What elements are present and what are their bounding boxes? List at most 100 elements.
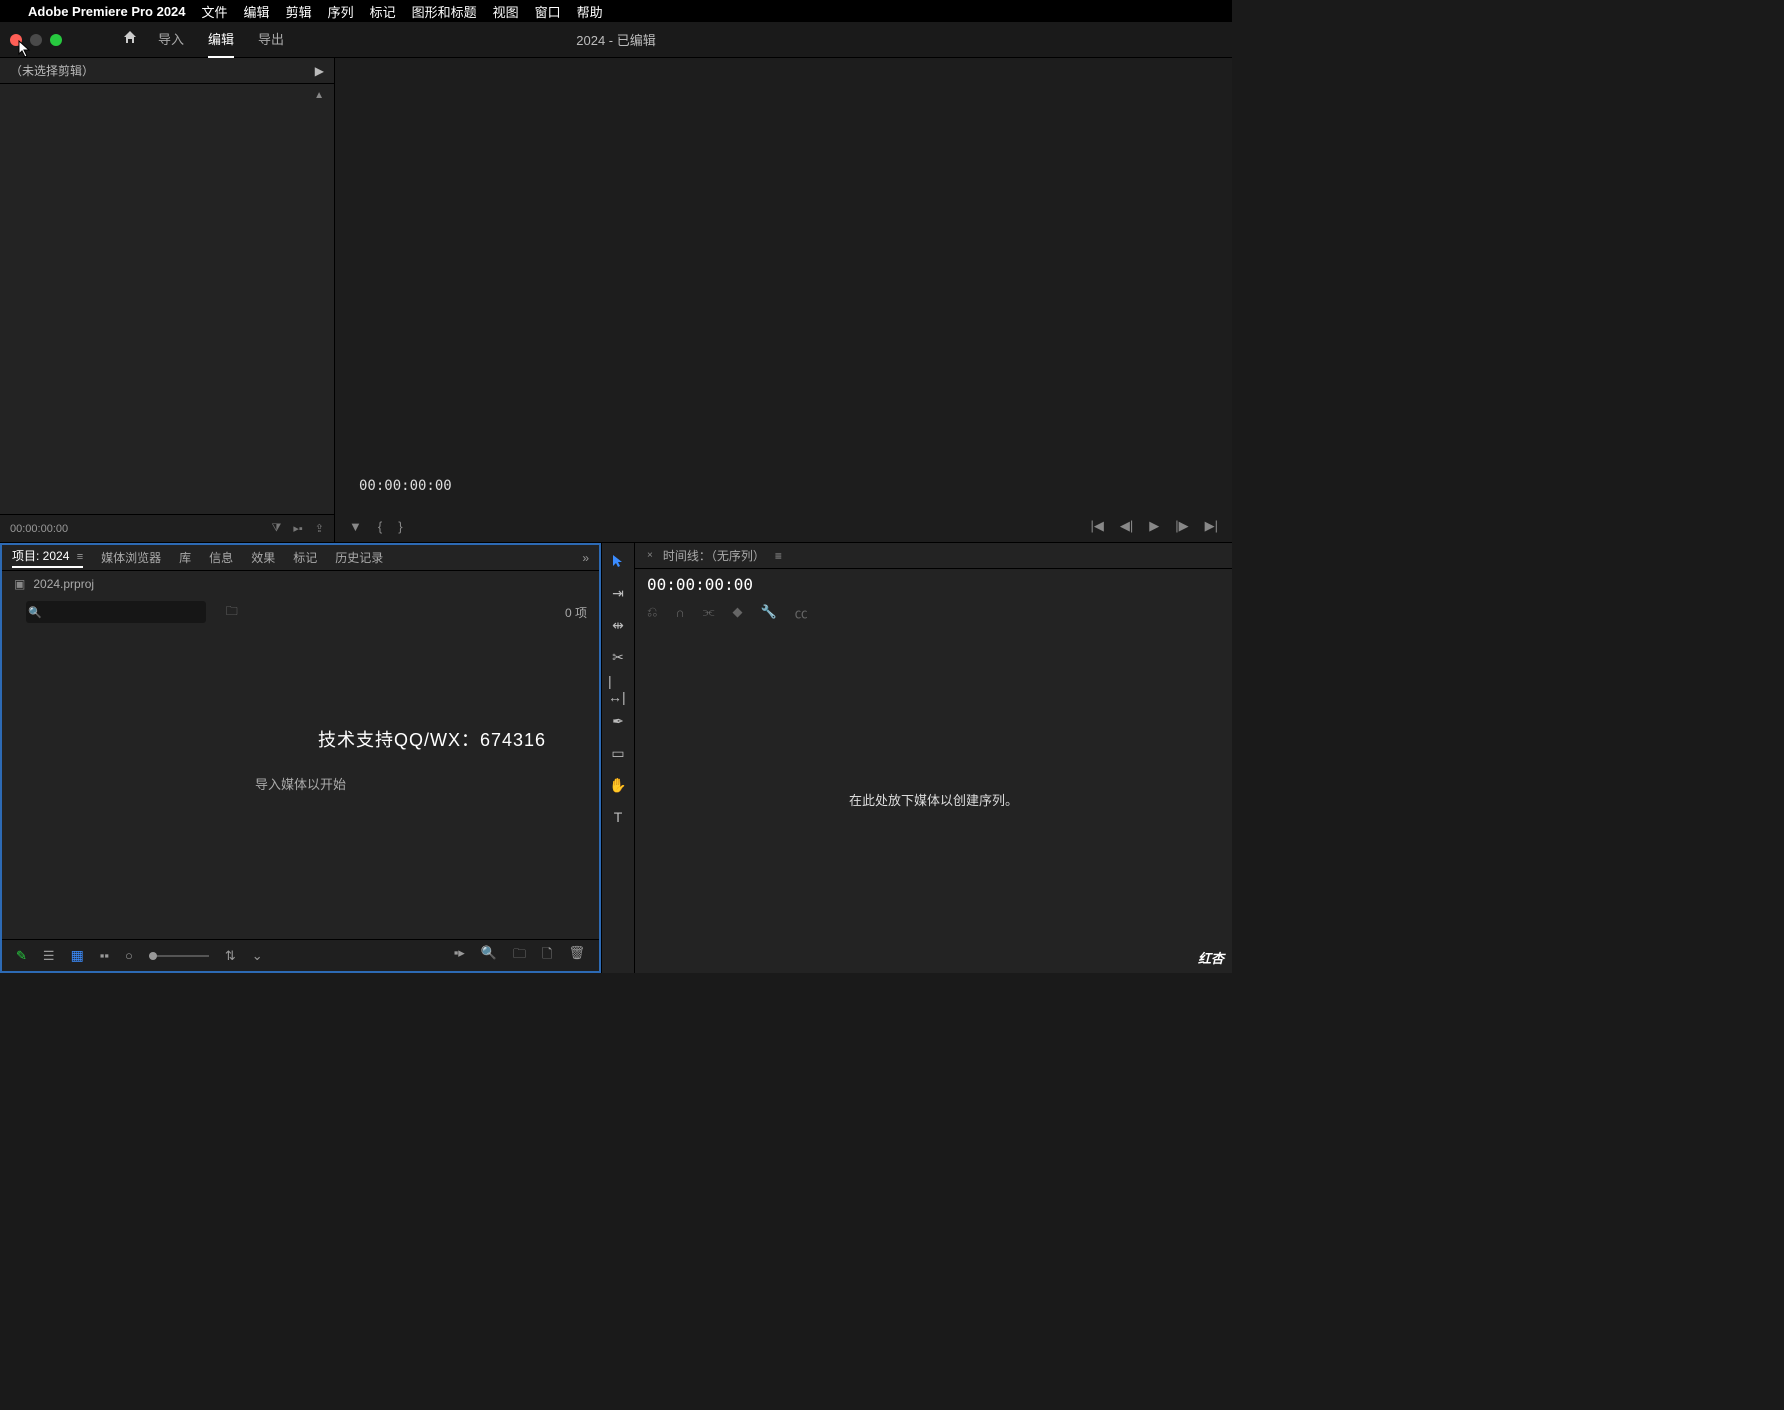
maximize-window-button[interactable] [50, 34, 62, 46]
new-bin-button-icon[interactable]: 🗀 [513, 945, 526, 967]
marker-add-icon[interactable]: ◆ [732, 604, 742, 620]
item-count: 0 项 [565, 604, 587, 621]
collapse-up-icon[interactable]: ▲ [314, 90, 324, 101]
source-panel-header: （未选择剪辑） ▶ [0, 58, 334, 84]
captions-icon[interactable]: ㏄ [795, 603, 808, 622]
tab-media-browser[interactable]: 媒体浏览器 [101, 549, 161, 566]
hand-tool[interactable]: ✋ [608, 775, 628, 795]
menu-graphics[interactable]: 图形和标题 [412, 2, 477, 21]
timeline-toolbar: ⎌ ∩ ⫘ ◆ 🔧 ㏄ [635, 599, 1232, 625]
panel-menu-icon[interactable]: ≡ [775, 549, 782, 563]
chevron-down-icon[interactable]: ⌄ [252, 948, 263, 964]
tab-project[interactable]: 项目: 2024 ≡ [12, 547, 83, 568]
close-tab-icon[interactable]: × [647, 550, 653, 561]
menu-clip[interactable]: 剪辑 [286, 2, 312, 21]
project-empty-message: 导入媒体以开始 [255, 774, 346, 793]
tab-info[interactable]: 信息 [209, 549, 233, 566]
step-forward-icon[interactable]: |▶ [1175, 518, 1188, 534]
tab-history[interactable]: 历史记录 [335, 549, 383, 566]
thumbnail-size-slider[interactable] [149, 955, 209, 957]
tabs-overflow-icon[interactable]: » [582, 551, 589, 565]
in-point-icon[interactable]: { [378, 519, 382, 534]
timeline-header: × 时间线：（无序列） ≡ [635, 543, 1232, 569]
mode-edit[interactable]: 编辑 [208, 21, 234, 58]
play-icon[interactable]: ▶ [1149, 518, 1159, 534]
icon-view-icon[interactable]: ▦ [71, 947, 84, 964]
menu-file[interactable]: 文件 [202, 2, 228, 21]
menu-sequence[interactable]: 序列 [328, 2, 354, 21]
timeline-panel: × 时间线：（无序列） ≡ 00:00:00:00 ⎌ ∩ ⫘ ◆ 🔧 ㏄ 在此… [635, 543, 1232, 973]
program-monitor-body[interactable]: 00:00:00:00 [335, 58, 1232, 510]
mac-menubar: Adobe Premiere Pro 2024 文件 编辑 剪辑 序列 标记 图… [0, 0, 1232, 22]
chevron-right-icon[interactable]: ▶ [315, 64, 324, 78]
folder-icon: ▣ [14, 577, 25, 591]
menu-edit[interactable]: 编辑 [244, 2, 270, 21]
project-panel-tabs: 项目: 2024 ≡ 媒体浏览器 库 信息 效果 标记 历史记录 » [2, 545, 599, 571]
program-monitor-panel: 00:00:00:00 ▼ { } |◀ ◀| ▶ |▶ ▶| [335, 58, 1232, 543]
menu-help[interactable]: 帮助 [577, 2, 603, 21]
razor-tool[interactable]: ✂ [608, 647, 628, 667]
step-back-icon[interactable]: ◀| [1120, 518, 1133, 534]
tab-library[interactable]: 库 [179, 549, 191, 566]
timeline-empty-message: 在此处放下媒体以创建序列。 [849, 790, 1018, 809]
pen-tool[interactable]: ✒ [608, 711, 628, 731]
selection-tool[interactable] [608, 551, 628, 571]
new-item-icon[interactable]: 🗋 [542, 945, 552, 967]
goto-in-icon[interactable]: |◀ [1091, 518, 1104, 534]
corner-logo: 红杏 [1198, 948, 1224, 967]
tab-markers[interactable]: 标记 [293, 549, 317, 566]
slip-tool[interactable]: |↔| [608, 679, 628, 699]
source-monitor-body[interactable]: ▲ [0, 84, 334, 514]
out-point-icon[interactable]: } [398, 519, 402, 534]
project-search-input[interactable] [26, 601, 206, 623]
new-bin-icon[interactable]: 🗀 [226, 602, 238, 623]
linked-selection-icon[interactable]: ⫘ [703, 604, 715, 620]
settings-wrench-icon[interactable]: 🔧 [760, 604, 776, 620]
search-icon: 🔍 [28, 606, 42, 619]
find-icon[interactable]: 🔍 [481, 945, 497, 967]
automate-icon[interactable]: ▪▸ [454, 945, 465, 967]
source-title: （未选择剪辑） [10, 62, 94, 79]
menu-markers[interactable]: 标记 [370, 2, 396, 21]
tools-panel: ⇥ ⇹ ✂ |↔| ✒ ▭ ✋ T [601, 543, 635, 973]
insert-overwrite-icon[interactable]: ⎌ [647, 604, 657, 620]
app-header: 导入 编辑 导出 2024 - 已编辑 [0, 22, 1232, 58]
snap-icon[interactable]: ∩ [675, 605, 684, 620]
mode-export[interactable]: 导出 [258, 21, 284, 58]
list-view-icon[interactable]: ☰ [43, 948, 55, 964]
marker-icon[interactable]: ▼ [349, 519, 362, 534]
home-icon[interactable] [122, 29, 138, 50]
project-bin-body[interactable]: 导入媒体以开始 [2, 627, 599, 939]
timeline-timecode: 00:00:00:00 [647, 575, 753, 594]
minimize-window-button[interactable] [30, 34, 42, 46]
project-panel: 项目: 2024 ≡ 媒体浏览器 库 信息 效果 标记 历史记录 » ▣ 202… [0, 543, 601, 973]
source-footer: 00:00:00:00 ⧩ ▸▪ ⇪ [0, 514, 334, 542]
menu-window[interactable]: 窗口 [535, 2, 561, 21]
menu-view[interactable]: 视图 [493, 2, 519, 21]
type-tool[interactable]: T [608, 807, 628, 827]
mode-import[interactable]: 导入 [158, 21, 184, 58]
project-status: 2024 - 已编辑 [576, 30, 655, 49]
close-window-button[interactable] [10, 34, 22, 46]
project-file-row: ▣ 2024.prproj [2, 571, 599, 597]
delete-icon[interactable]: 🗑 [568, 945, 585, 967]
source-timecode: 00:00:00:00 [10, 523, 68, 535]
track-select-tool[interactable]: ⇥ [608, 583, 628, 603]
tab-effects[interactable]: 效果 [251, 549, 275, 566]
ripple-edit-tool[interactable]: ⇹ [608, 615, 628, 635]
app-name[interactable]: Adobe Premiere Pro 2024 [28, 4, 186, 19]
sort-icon[interactable]: ⇅ [225, 948, 236, 964]
panel-menu-icon[interactable]: ≡ [77, 551, 83, 563]
zoom-dot-icon[interactable]: ○ [125, 948, 133, 963]
pen-icon[interactable]: ✎ [16, 948, 27, 964]
timeline-body[interactable]: 在此处放下媒体以创建序列。 [635, 625, 1232, 973]
project-filename: 2024.prproj [33, 577, 94, 591]
filter-icon[interactable]: ⧩ [272, 522, 282, 535]
insert-icon[interactable]: ▸▪ [293, 522, 302, 535]
freeform-view-icon[interactable]: ▪▪ [100, 948, 109, 963]
export-icon[interactable]: ⇪ [315, 522, 324, 535]
goto-out-icon[interactable]: ▶| [1205, 518, 1218, 534]
workspace-mode-tabs: 导入 编辑 导出 [158, 21, 284, 58]
project-footer: ✎ ☰ ▦ ▪▪ ○ ⇅ ⌄ ▪▸ 🔍 🗀 🗋 🗑 [2, 939, 599, 971]
rectangle-tool[interactable]: ▭ [608, 743, 628, 763]
